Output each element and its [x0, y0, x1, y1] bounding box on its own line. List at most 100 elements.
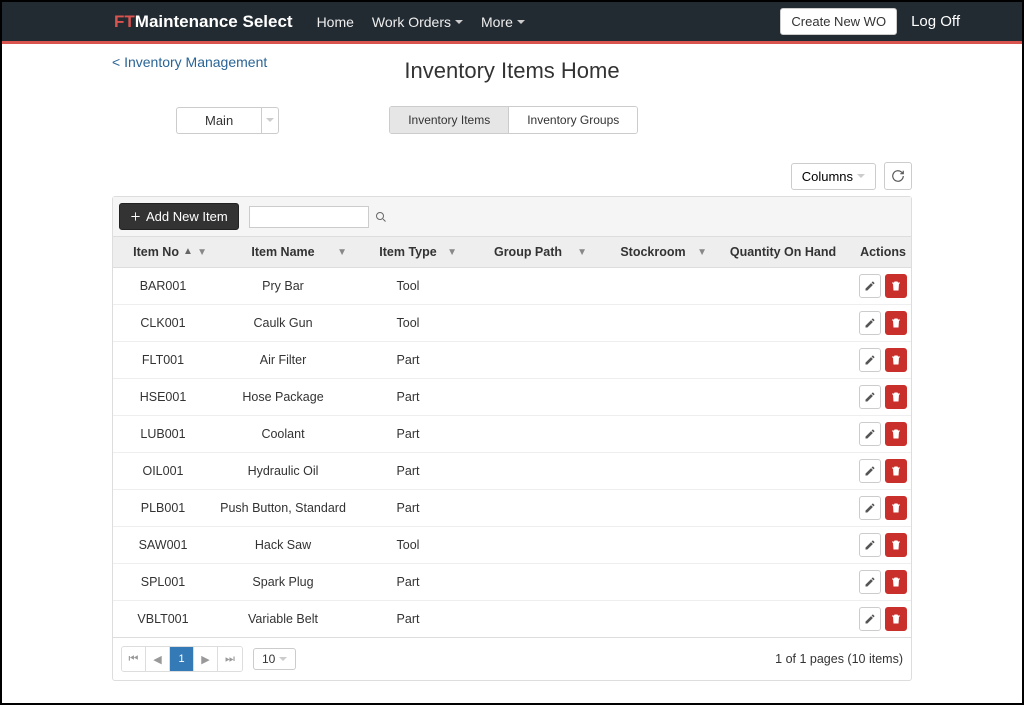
breadcrumb[interactable]: < Inventory Management — [112, 54, 267, 70]
cell-stockroom — [593, 465, 713, 477]
cell-item-no: BAR001 — [113, 273, 213, 299]
cell-qty — [713, 613, 853, 625]
edit-button[interactable] — [859, 533, 881, 557]
delete-button[interactable] — [885, 607, 907, 631]
brand-logo: FTMaintenance Select — [114, 12, 293, 32]
trash-icon — [890, 280, 902, 292]
table-row: FLT001Air FilterPart — [113, 342, 911, 379]
sort-asc-icon[interactable]: ▲ — [183, 249, 193, 255]
edit-button[interactable] — [859, 459, 881, 483]
cell-item-type: Tool — [353, 532, 463, 558]
pager-last[interactable]: ⏭ — [218, 647, 242, 671]
table-row: VBLT001Variable BeltPart — [113, 601, 911, 637]
cell-stockroom — [593, 317, 713, 329]
edit-button[interactable] — [859, 570, 881, 594]
pager-next[interactable]: ▶ — [194, 647, 218, 671]
group-select-caret[interactable] — [261, 107, 279, 134]
pager-page-1[interactable]: 1 — [170, 647, 194, 671]
pager-first[interactable]: ⏮ — [122, 647, 146, 671]
cell-qty — [713, 576, 853, 588]
group-select[interactable]: Main — [176, 107, 279, 134]
cell-group-path — [463, 354, 593, 366]
trash-icon — [890, 613, 902, 625]
pencil-icon — [864, 502, 876, 514]
view-tabs: Inventory Items Inventory Groups — [389, 106, 638, 134]
edit-button[interactable] — [859, 274, 881, 298]
cell-actions — [853, 490, 913, 526]
grid: Add New Item Item No ▲ ▼ Item Name — [112, 196, 912, 681]
edit-button[interactable] — [859, 607, 881, 631]
search-icon[interactable] — [375, 211, 387, 223]
cell-item-no: SAW001 — [113, 532, 213, 558]
edit-button[interactable] — [859, 496, 881, 520]
delete-button[interactable] — [885, 422, 907, 446]
col-stockroom[interactable]: Stockroom ▼ — [593, 237, 713, 267]
delete-button[interactable] — [885, 533, 907, 557]
delete-button[interactable] — [885, 385, 907, 409]
filter-icon[interactable]: ▼ — [337, 247, 347, 258]
tab-inventory-items[interactable]: Inventory Items — [390, 107, 509, 133]
cell-item-name: Hack Saw — [213, 532, 353, 558]
grid-toolbar: Columns — [112, 162, 912, 196]
delete-button[interactable] — [885, 570, 907, 594]
edit-button[interactable] — [859, 422, 881, 446]
nav-links: Home Work Orders More — [317, 14, 781, 30]
trash-icon — [890, 428, 902, 440]
col-group-path[interactable]: Group Path ▼ — [463, 237, 593, 267]
cell-actions — [853, 416, 913, 452]
pager-prev[interactable]: ◀ — [146, 647, 170, 671]
col-item-type[interactable]: Item Type ▼ — [353, 237, 463, 267]
pencil-icon — [864, 317, 876, 329]
cell-group-path — [463, 317, 593, 329]
columns-button[interactable]: Columns — [791, 163, 876, 190]
cell-actions — [853, 564, 913, 600]
create-new-wo-button[interactable]: Create New WO — [780, 8, 897, 35]
edit-button[interactable] — [859, 311, 881, 335]
cell-actions — [853, 379, 913, 415]
nav-home[interactable]: Home — [317, 14, 354, 30]
add-new-item-label: Add New Item — [146, 209, 228, 224]
cell-item-no: VBLT001 — [113, 606, 213, 632]
nav-more[interactable]: More — [481, 14, 525, 30]
pagesize-select[interactable]: 10 — [253, 648, 296, 670]
cell-item-type: Part — [353, 569, 463, 595]
edit-button[interactable] — [859, 348, 881, 372]
delete-button[interactable] — [885, 496, 907, 520]
col-item-no[interactable]: Item No ▲ ▼ — [113, 237, 213, 267]
delete-button[interactable] — [885, 348, 907, 372]
cell-item-type: Part — [353, 384, 463, 410]
search-wrap — [249, 206, 387, 228]
logoff-link[interactable]: Log Off — [911, 13, 960, 30]
cell-actions — [853, 527, 913, 563]
search-input[interactable] — [249, 206, 369, 228]
col-item-name[interactable]: Item Name ▼ — [213, 237, 353, 267]
cell-item-type: Part — [353, 421, 463, 447]
cell-stockroom — [593, 354, 713, 366]
pencil-icon — [864, 576, 876, 588]
delete-button[interactable] — [885, 311, 907, 335]
edit-button[interactable] — [859, 385, 881, 409]
table-row: PLB001Push Button, StandardPart — [113, 490, 911, 527]
cell-group-path — [463, 391, 593, 403]
filter-icon[interactable]: ▼ — [447, 247, 457, 258]
delete-button[interactable] — [885, 459, 907, 483]
filter-icon[interactable]: ▼ — [697, 247, 707, 258]
delete-button[interactable] — [885, 274, 907, 298]
cell-group-path — [463, 280, 593, 292]
trash-icon — [890, 391, 902, 403]
cell-qty — [713, 502, 853, 514]
add-new-item-button[interactable]: Add New Item — [119, 203, 239, 230]
nav-work-orders[interactable]: Work Orders — [372, 14, 463, 30]
cell-item-no: LUB001 — [113, 421, 213, 447]
cell-actions — [853, 342, 913, 378]
column-headers: Item No ▲ ▼ Item Name ▼ Item Type ▼ Grou… — [113, 237, 911, 268]
table-row: OIL001Hydraulic OilPart — [113, 453, 911, 490]
filter-icon[interactable]: ▼ — [577, 247, 587, 258]
table-row: SPL001Spark PlugPart — [113, 564, 911, 601]
filter-icon[interactable]: ▼ — [197, 247, 207, 258]
trash-icon — [890, 317, 902, 329]
col-qty[interactable]: Quantity On Hand — [713, 237, 853, 267]
tab-inventory-groups[interactable]: Inventory Groups — [509, 107, 637, 133]
refresh-button[interactable] — [884, 162, 912, 190]
cell-item-no: OIL001 — [113, 458, 213, 484]
